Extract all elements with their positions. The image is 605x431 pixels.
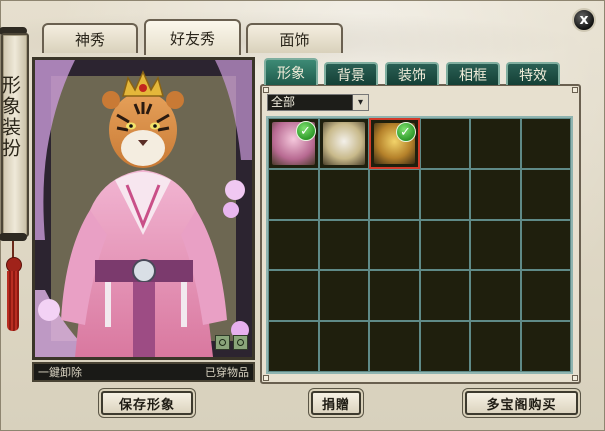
tab-friend-show[interactable]: 好友秀 [144, 19, 241, 55]
corner-ornament [263, 87, 269, 93]
inventory-slot[interactable] [520, 118, 571, 169]
gift-button[interactable]: 捐贈 [311, 391, 361, 415]
save-appearance-button[interactable]: 保存形象 [101, 391, 193, 415]
close-button[interactable]: x [572, 8, 596, 32]
equipped-check-icon: ✓ [395, 122, 416, 142]
subtab-decoration[interactable]: 装饰 [385, 62, 439, 85]
side-title: 形象装扮 [0, 75, 21, 159]
inventory-slot[interactable] [419, 118, 470, 169]
scroll-cap-bottom [0, 233, 27, 241]
inventory-slot[interactable] [470, 321, 521, 372]
subtab-frame[interactable]: 相框 [446, 62, 500, 85]
inventory-slot[interactable] [268, 321, 319, 372]
inventory-slot[interactable] [419, 219, 470, 271]
white-winged-pet-icon [322, 122, 365, 165]
subtab-background-label: 背景 [337, 67, 365, 84]
inventory-slot[interactable] [520, 321, 571, 372]
dropdown-arrow-icon[interactable]: ▾ [352, 95, 368, 110]
inventory-slot[interactable] [470, 219, 521, 271]
inventory-slot[interactable] [419, 168, 470, 220]
tab-shenxiu[interactable]: 神秀 [42, 23, 138, 53]
inventory-grid: ✓ ✓ [266, 116, 573, 374]
inventory-slot[interactable] [520, 219, 571, 271]
subtab-effects[interactable]: 特效 [506, 62, 560, 85]
preview-action-bar: 一鍵卸除 已穿物品 [32, 362, 255, 382]
close-icon: x [579, 12, 589, 28]
inventory-slot[interactable] [268, 219, 319, 271]
inventory-slot[interactable] [268, 168, 319, 220]
tab-friend-show-label: 好友秀 [169, 29, 215, 48]
category-filter-select[interactable]: 全部 ▾ [267, 94, 369, 111]
inventory-slot[interactable] [369, 321, 420, 372]
inventory-slot[interactable] [470, 118, 521, 169]
inventory-slot[interactable] [318, 168, 369, 220]
inventory-slot[interactable]: ✓ [268, 118, 319, 169]
unequip-all-link[interactable]: 一鍵卸除 [38, 364, 82, 380]
save-appearance-label: 保存形象 [118, 397, 175, 413]
inventory-slot[interactable] [318, 270, 369, 322]
tab-face-decor-label: 面饰 [279, 30, 310, 49]
subtab-appearance-label: 形象 [277, 65, 305, 82]
inventory-slot[interactable] [318, 219, 369, 271]
subtab-decoration-label: 装饰 [398, 67, 426, 84]
filter-value: 全部 [271, 95, 296, 109]
zoom-out-button[interactable] [215, 335, 230, 350]
inventory-slot[interactable] [419, 270, 470, 322]
tassel-decoration [7, 271, 19, 331]
subtab-appearance[interactable]: 形象 [264, 58, 318, 85]
gift-label: 捐贈 [321, 397, 350, 413]
inventory-slot[interactable] [369, 270, 420, 322]
subtab-background[interactable]: 背景 [324, 62, 378, 85]
inventory-slot[interactable] [470, 168, 521, 220]
inventory-slot[interactable] [520, 168, 571, 220]
inventory-slot[interactable] [268, 270, 319, 322]
corner-ornament [263, 375, 269, 381]
subtab-effects-label: 特效 [519, 67, 547, 84]
worn-items-link[interactable]: 已穿物品 [205, 364, 249, 380]
tab-face-decor[interactable]: 面饰 [246, 23, 343, 53]
inventory-slot[interactable] [369, 168, 420, 220]
inventory-slot[interactable] [318, 321, 369, 372]
inventory-slot[interactable] [419, 321, 470, 372]
tab-shenxiu-label: 神秀 [74, 30, 105, 49]
subtab-frame-label: 相框 [459, 67, 487, 84]
zoom-in-button[interactable] [233, 335, 248, 350]
shop-purchase-button[interactable]: 多宝阁购买 [465, 391, 578, 415]
character-preview[interactable] [32, 57, 255, 360]
corner-ornament [572, 375, 578, 381]
zoom-out-icon [219, 339, 226, 346]
inventory-slot[interactable]: ✓ [369, 118, 420, 169]
character-portrait [35, 60, 252, 357]
corner-ornament [572, 87, 578, 93]
zoom-in-icon [237, 339, 244, 346]
inventory-slot[interactable] [470, 270, 521, 322]
inventory-slot[interactable] [369, 219, 420, 271]
inventory-slot[interactable] [520, 270, 571, 322]
inventory-slot[interactable] [318, 118, 369, 169]
equipped-check-icon: ✓ [295, 121, 316, 141]
outfit-window: 形象装扮 神秀 好友秀 面饰 x 一鍵卸除 已穿物品 形象 背景 装饰 相框 特… [0, 0, 605, 431]
shop-purchase-label: 多宝阁购买 [486, 397, 557, 413]
side-title-scroll: 形象装扮 [0, 33, 29, 237]
